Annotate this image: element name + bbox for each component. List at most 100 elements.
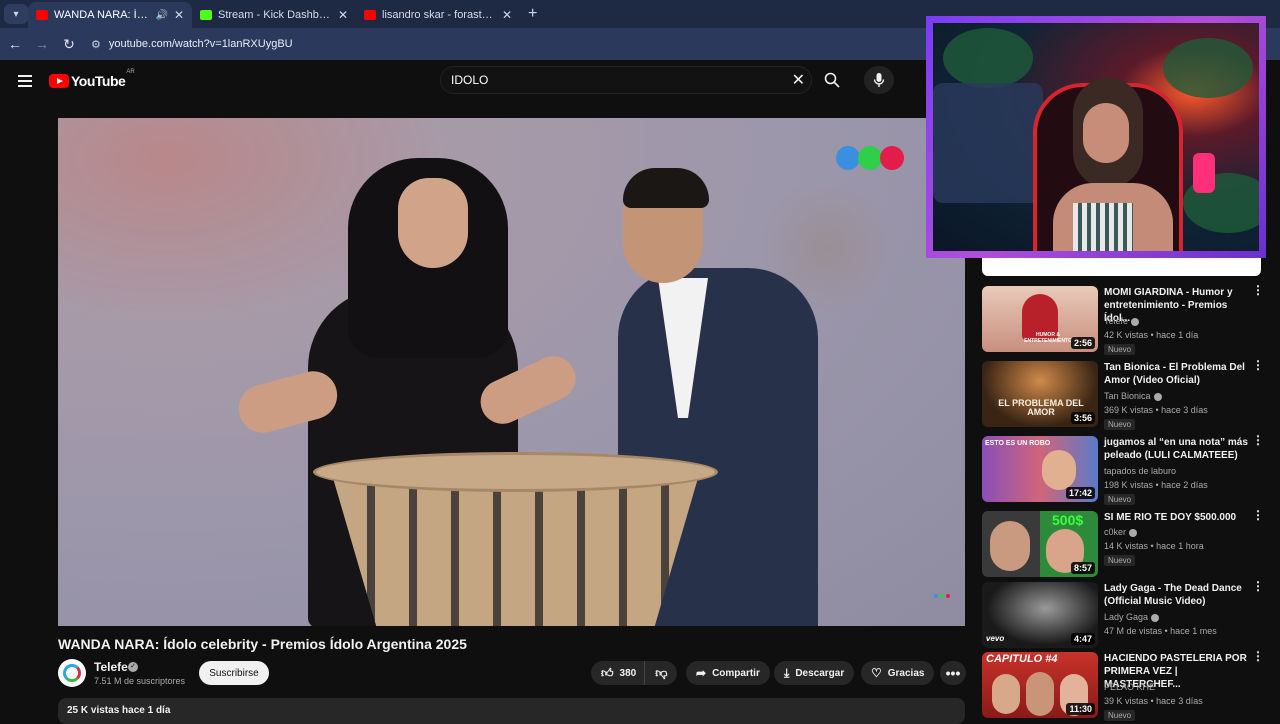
bed-decor: [933, 83, 1043, 203]
tab-list-button[interactable]: ▾: [4, 4, 28, 24]
thumbnail-person: [1042, 450, 1076, 490]
download-button[interactable]: ⤓ Descargar: [774, 661, 855, 685]
thanks-group: ♡ Gracias: [861, 661, 935, 685]
youtube-favicon-icon: [364, 10, 376, 20]
more-vertical-icon[interactable]: ⋮: [1252, 284, 1264, 296]
site-settings-icon[interactable]: ⚙: [91, 38, 101, 51]
verified-icon: [1151, 613, 1160, 622]
back-arrow-icon[interactable]: ←: [3, 36, 27, 52]
rec-title: Tan Bionica - El Problema Del Amor (Vide…: [1104, 362, 1245, 386]
more-vertical-icon[interactable]: ⋮: [1252, 509, 1264, 521]
host-man-hair: [623, 168, 709, 208]
more-vertical-icon[interactable]: ⋮: [1252, 434, 1264, 446]
new-badge: Nuevo: [1104, 419, 1136, 430]
logo-country: AR: [126, 69, 135, 75]
like-count: 380: [619, 667, 637, 679]
plant-decor: [1163, 38, 1253, 98]
verified-icon: [1131, 317, 1140, 326]
channel-name[interactable]: Telefe: [94, 660, 128, 674]
url-text: youtube.com/watch?v=1lanRXUygBU: [108, 38, 293, 50]
search-input[interactable]: IDOLO ✕: [440, 66, 812, 94]
like-dislike-group: 👍︎ 380 👎︎: [591, 661, 678, 685]
recommended-video[interactable]: CAPITULO #4 11:30 HACIENDO PASTELERIA PO…: [982, 650, 1272, 721]
reload-icon[interactable]: ↻: [57, 36, 81, 53]
menu-icon[interactable]: [18, 75, 32, 87]
more-vertical-icon[interactable]: ⋮: [1252, 359, 1264, 371]
verified-icon: [1129, 528, 1138, 537]
forward-arrow-icon[interactable]: →: [30, 36, 54, 52]
video-thumbnail[interactable]: ESTO ES UN ROBO 17:42: [982, 436, 1098, 502]
description-box[interactable]: 25 K vistas hace 1 día: [58, 698, 965, 724]
youtube-play-icon: [49, 74, 69, 88]
rec-channel: PELAO KHE: [1104, 682, 1156, 692]
rec-channel: Telefe: [1104, 316, 1140, 326]
browser-tab-2[interactable]: Stream - Kick Dashboard ✕: [192, 2, 356, 28]
browser-tab-3[interactable]: lisandro skar - forastero (Video ✕: [356, 2, 520, 28]
video-thumbnail[interactable]: CAPITULO #4 11:30: [982, 652, 1098, 718]
thumbnail-text: HUMOR & ENTRETENIMIENTO: [1024, 332, 1072, 344]
download-group: ⤓ Descargar: [774, 661, 855, 685]
clear-search-icon[interactable]: ✕: [792, 70, 805, 90]
recommended-video[interactable]: vevo 4:47 Lady Gaga - The Dead Dance (Of…: [982, 580, 1272, 648]
video-thumbnail[interactable]: HUMOR & ENTRETENIMIENTO 2:56: [982, 286, 1098, 352]
url-field[interactable]: ⚙ youtube.com/watch?v=1lanRXUygBU: [91, 32, 911, 56]
webcam-overlay: [926, 16, 1266, 258]
video-thumbnail[interactable]: 500$ 8:57: [982, 511, 1098, 577]
recommended-video[interactable]: EL PROBLEMA DEL AMOR 3:56 Tan Bionica - …: [982, 359, 1272, 430]
logo-text: YouTube: [71, 73, 126, 89]
share-button[interactable]: ➦ Compartir: [686, 661, 770, 685]
duration-badge: 17:42: [1065, 487, 1095, 499]
channel-avatar[interactable]: [58, 659, 86, 687]
thumbnail-person: [990, 521, 1030, 571]
thumbnail-text: 500$: [1052, 512, 1084, 528]
video-player[interactable]: [58, 118, 965, 626]
youtube-header: YouTube AR IDOLO ✕: [0, 60, 930, 102]
recommended-video[interactable]: ESTO ES UN ROBO 17:42 jugamos al “en una…: [982, 434, 1272, 505]
video-thumbnail[interactable]: vevo 4:47: [982, 582, 1098, 648]
browser-tab-1[interactable]: WANDA NARA: Ídolo celebrity 🔊 ✕: [28, 2, 192, 28]
recommended-video[interactable]: 500$ 8:57 SI ME RIO TE DOY $500.000 c0ke…: [982, 509, 1272, 577]
thanks-label: Gracias: [887, 667, 925, 679]
sidebar-chip-bar: [982, 258, 1261, 276]
voice-search-button[interactable]: [864, 66, 894, 94]
duration-badge: 4:47: [1070, 633, 1095, 645]
subscribe-button[interactable]: Suscribirse: [199, 661, 269, 685]
close-tab-icon[interactable]: ✕: [338, 8, 348, 22]
chevron-down-icon: ▾: [13, 8, 19, 20]
rec-title: jugamos al “en una nota” más peleado (LU…: [1104, 437, 1248, 461]
host-woman-face: [398, 178, 468, 268]
thumbnail-person: [992, 674, 1020, 714]
new-badge: Nuevo: [1104, 555, 1136, 566]
close-tab-icon[interactable]: ✕: [174, 8, 184, 22]
new-tab-button[interactable]: +: [528, 5, 537, 23]
rec-title: SI ME RIO TE DOY $500.000: [1104, 512, 1237, 523]
thumbnail-person: [1026, 672, 1054, 716]
thanks-button[interactable]: ♡ Gracias: [861, 661, 935, 685]
recommended-video[interactable]: HUMOR & ENTRETENIMIENTO 2:56 MOMI GIARDI…: [982, 284, 1272, 355]
download-icon: ⤓: [784, 665, 790, 680]
video-thumbnail[interactable]: EL PROBLEMA DEL AMOR 3:56: [982, 361, 1098, 427]
rec-channel: tapados de laburo: [1104, 466, 1177, 476]
rec-channel: Tan Bionica: [1104, 391, 1162, 401]
rec-channel: c0ker: [1104, 527, 1138, 537]
share-group: ➦ Compartir: [686, 661, 770, 685]
tab-title: lisandro skar - forastero (Video: [382, 9, 496, 21]
dislike-button[interactable]: 👎︎: [644, 661, 678, 685]
like-button[interactable]: 👍︎ 380: [591, 661, 645, 685]
close-tab-icon[interactable]: ✕: [502, 8, 512, 22]
more-vertical-icon[interactable]: ⋮: [1252, 580, 1264, 592]
telefe-logo-icon: [63, 664, 81, 682]
tab-title: Stream - Kick Dashboard: [218, 9, 332, 21]
youtube-favicon-icon: [36, 10, 48, 20]
youtube-logo[interactable]: YouTube AR: [49, 69, 135, 89]
speaker-icon[interactable]: 🔊: [155, 10, 167, 21]
new-badge: Nuevo: [1104, 710, 1136, 721]
more-actions-button[interactable]: •••: [940, 661, 966, 685]
thumbs-down-icon: 👎︎: [655, 665, 668, 680]
telefe-logo-icon: [836, 146, 904, 170]
kick-favicon-icon: [200, 10, 212, 20]
new-badge: Nuevo: [1104, 344, 1136, 355]
share-icon: ➦: [696, 666, 707, 680]
more-vertical-icon[interactable]: ⋮: [1252, 650, 1264, 662]
search-button[interactable]: [816, 66, 848, 94]
